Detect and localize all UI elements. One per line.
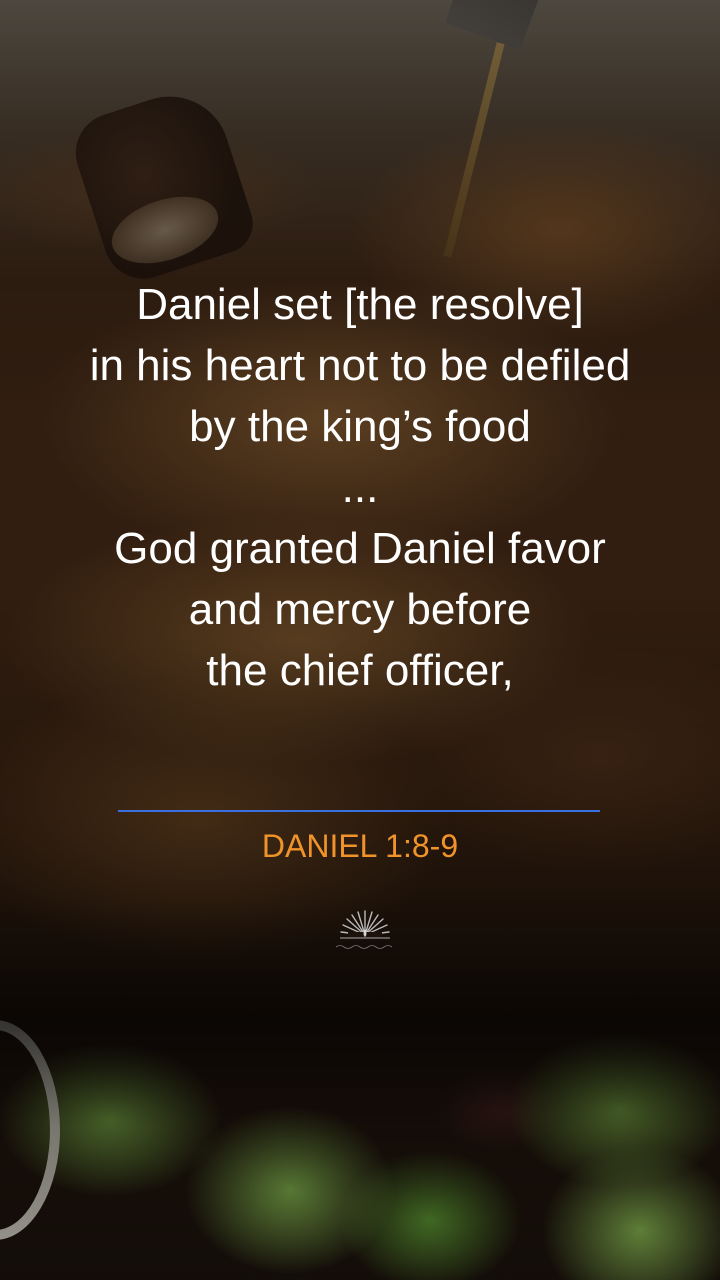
sunburst-candle-logo-icon (335, 910, 393, 949)
verse-line: ... (341, 463, 379, 512)
verse-text: Daniel set [the resolve] in his heart no… (40, 274, 680, 701)
verse-line: and mercy before (188, 585, 532, 634)
verse-line: the chief officer, (206, 646, 514, 695)
verse-line: Daniel set [the resolve] (136, 280, 584, 329)
verse-line: in his heart not to be defiled (89, 341, 631, 390)
verse-wallpaper-screen: Daniel set [the resolve] in his heart no… (0, 0, 720, 1280)
verse-reference: DANIEL 1:8-9 (261, 828, 459, 864)
verse-line: God granted Daniel favor (114, 524, 606, 573)
divider-line (118, 810, 600, 812)
verse-line: by the king’s food (189, 402, 531, 451)
